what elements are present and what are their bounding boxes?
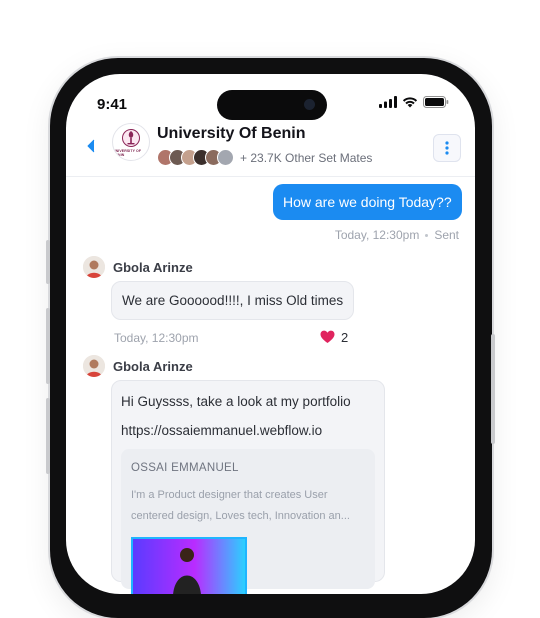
university-crest-icon — [122, 128, 140, 147]
dynamic-island — [217, 90, 327, 120]
side-button-volume-up — [46, 308, 50, 384]
message-timestamp: Today, 12:30pm — [334, 228, 420, 242]
link-preview-description: I'm a Product designer that creates User — [131, 489, 328, 501]
message-status: Sent — [434, 228, 459, 242]
message-text: Hi Guyssss, take a look at my portfolio — [121, 394, 351, 409]
person-avatar-icon — [83, 256, 105, 278]
status-icons — [379, 96, 449, 108]
side-button-power — [491, 334, 495, 444]
message-link[interactable]: https://ossaiemmanuel.webflow.io — [121, 423, 322, 438]
sender-name: Gbola Arinze — [113, 259, 193, 275]
more-options-button[interactable] — [433, 134, 461, 162]
outgoing-message-meta: Today, 12:30pm Sent — [335, 228, 459, 242]
group-title: University Of Benin — [157, 125, 306, 142]
reaction-count: 2 — [341, 329, 349, 345]
link-preview-title: OSSAI EMMANUEL — [131, 462, 239, 474]
reaction-badge[interactable]: 2 — [314, 325, 355, 349]
person-photo-icon — [173, 548, 201, 594]
sender-avatar[interactable] — [83, 355, 105, 377]
incoming-message-bubble[interactable]: We are Goooood!!!!, I miss Old times — [111, 281, 355, 320]
phone-screen: 9:41 UNIVERSITY OF BENIN University Of B… — [66, 74, 475, 594]
side-button-mute — [46, 240, 50, 284]
heart-icon — [320, 330, 335, 343]
chevron-left-icon — [87, 139, 95, 153]
wifi-icon — [402, 97, 418, 108]
message-sender: Gbola Arinze — [83, 355, 193, 377]
battery-icon — [423, 96, 449, 108]
set-mates-row[interactable]: + 23.7K Other Set Mates — [157, 149, 372, 166]
message-sender: Gbola Arinze — [83, 256, 193, 278]
sender-name: Gbola Arinze — [113, 358, 193, 374]
mates-count: + 23.7K Other Set Mates — [240, 150, 373, 165]
person-avatar-icon — [83, 355, 105, 377]
avatar-text: UNIVERSITY OF BENIN — [113, 148, 142, 157]
group-avatar[interactable]: UNIVERSITY OF BENIN — [112, 123, 150, 161]
link-preview-thumbnail — [131, 537, 247, 594]
signal-icon — [379, 96, 397, 108]
back-button[interactable] — [86, 139, 96, 158]
incoming-message-bubble[interactable]: Hi Guyssss, take a look at my portfolio … — [111, 380, 385, 594]
link-preview-description: centered design, Loves tech, Innovation … — [131, 510, 350, 522]
message-timestamp: Today, 12:30pm — [114, 331, 199, 345]
link-preview-card[interactable]: OSSAI EMMANUEL I'm a Product designer th… — [121, 449, 375, 594]
mate-avatar — [217, 149, 234, 166]
separator-dot — [425, 233, 429, 237]
sender-avatar[interactable] — [83, 256, 105, 278]
status-time: 9:41 — [97, 96, 128, 113]
side-button-volume-down — [46, 398, 50, 474]
more-vertical-icon — [445, 141, 449, 155]
outgoing-message-bubble[interactable]: How are we doing Today?? — [273, 184, 462, 220]
chat-header: UNIVERSITY OF BENIN University Of Benin … — [66, 122, 475, 177]
